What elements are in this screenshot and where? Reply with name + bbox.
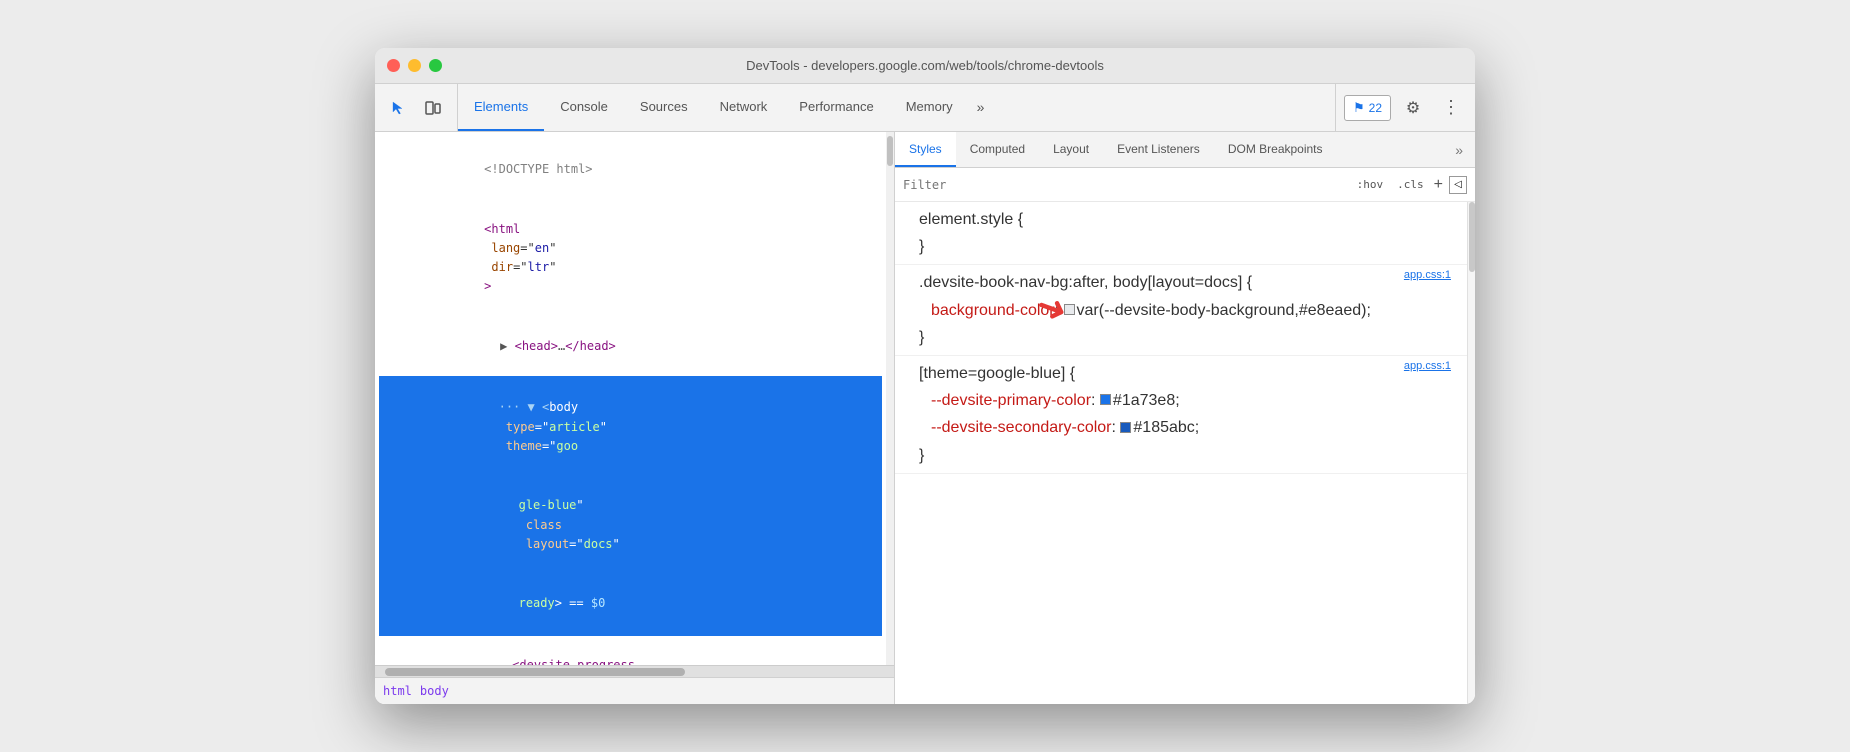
css-source-devsite[interactable]: app.css:1	[1404, 269, 1451, 281]
dom-body-line3: ready> == $0	[383, 574, 878, 634]
main-toolbar: Elements Console Sources Network Perform…	[375, 84, 1475, 132]
flag-icon: ⚑	[1353, 100, 1365, 116]
subtab-more[interactable]: »	[1443, 132, 1475, 167]
hov-button[interactable]: :hov	[1353, 176, 1388, 193]
toolbar-icons	[375, 84, 458, 131]
css-prop-bg-color: background-color: var(--devsite-body-bac…	[907, 297, 1455, 324]
subtab-event-listeners[interactable]: Event Listeners	[1103, 132, 1214, 167]
subtab-dom-breakpoints[interactable]: DOM Breakpoints	[1214, 132, 1337, 167]
breadcrumb: html body	[375, 677, 894, 704]
dom-html[interactable]: <html lang="en" dir="ltr" >	[379, 200, 882, 317]
console-badge-button[interactable]: ⚑ 22	[1344, 95, 1391, 121]
css-rule-theme: [theme=google-blue] { app.css:1 --devsit…	[895, 356, 1467, 474]
dom-panel-inner: <!DOCTYPE html> <html lang="en" dir="ltr…	[375, 132, 894, 665]
subtab-computed[interactable]: Computed	[956, 132, 1039, 167]
toolbar-right: ⚑ 22 ⚙ ⋮	[1335, 84, 1475, 131]
add-style-button[interactable]: +	[1434, 177, 1443, 193]
breadcrumb-body[interactable]: body	[420, 684, 449, 698]
styles-panel: Styles Computed Layout Event Listeners D…	[895, 132, 1475, 704]
dom-head[interactable]: ▶ <head>…</head>	[379, 317, 882, 377]
css-rule-devsite-book: .devsite-book-nav-bg:after, body[layout=…	[895, 265, 1467, 356]
title-bar: DevTools - developers.google.com/web/too…	[375, 48, 1475, 84]
dom-body-line1[interactable]: ··· ▼ <body type="article" theme="goo	[383, 378, 878, 476]
tab-network[interactable]: Network	[704, 84, 784, 131]
window-controls	[387, 59, 442, 72]
dom-scrollbar-thumb	[887, 136, 893, 166]
styles-scroll[interactable]: element.style { } .devsite-book-nav-bg:a…	[895, 202, 1467, 704]
filter-input[interactable]	[903, 178, 1353, 192]
color-swatch-185abc[interactable]	[1120, 422, 1131, 433]
tab-elements[interactable]: Elements	[458, 84, 544, 131]
styles-subtabs: Styles Computed Layout Event Listeners D…	[895, 132, 1475, 168]
window-title: DevTools - developers.google.com/web/too…	[746, 58, 1104, 73]
dom-panel: <!DOCTYPE html> <html lang="en" dir="ltr…	[375, 132, 895, 704]
maximize-button[interactable]	[429, 59, 442, 72]
device-icon	[425, 100, 441, 116]
element-picker-button[interactable]	[383, 92, 415, 124]
css-close-devsite: }	[907, 324, 1455, 351]
tab-performance[interactable]: Performance	[783, 84, 889, 131]
color-swatch-1a73e8[interactable]	[1100, 394, 1111, 405]
dom-tree[interactable]: <!DOCTYPE html> <html lang="en" dir="ltr…	[375, 132, 886, 665]
tab-memory[interactable]: Memory	[890, 84, 969, 131]
tab-sources[interactable]: Sources	[624, 84, 704, 131]
css-rule-element-style: element.style { }	[895, 202, 1467, 265]
main-content: <!DOCTYPE html> <html lang="en" dir="ltr…	[375, 132, 1475, 704]
cursor-icon	[391, 100, 407, 116]
styles-scrollbar-thumb	[1469, 202, 1475, 272]
css-selector-theme: [theme=google-blue] {	[907, 360, 1455, 387]
color-swatch-e8eaed[interactable]	[1064, 304, 1075, 315]
settings-button[interactable]: ⚙	[1397, 92, 1429, 124]
dom-scrollbar[interactable]	[886, 132, 894, 665]
styles-scrollbar[interactable]	[1467, 202, 1475, 704]
close-button[interactable]	[387, 59, 400, 72]
filter-bar: :hov .cls + ◁	[895, 168, 1475, 202]
css-selector-devsite: .devsite-book-nav-bg:after, body[layout=…	[907, 269, 1455, 296]
tab-console[interactable]: Console	[544, 84, 624, 131]
css-prop-secondary: --devsite-secondary-color: #185abc;	[907, 414, 1455, 441]
dom-progress1[interactable]: <devsite-progress id="app-pro	[379, 636, 882, 665]
dom-doctype: <!DOCTYPE html>	[379, 140, 882, 200]
main-tabs: Elements Console Sources Network Perform…	[458, 84, 1335, 131]
styles-body: element.style { } .devsite-book-nav-bg:a…	[895, 202, 1475, 704]
css-selector-element-style: element.style {	[907, 206, 1455, 233]
toggle-sidebar-button[interactable]: ◁	[1449, 176, 1467, 194]
subtab-styles[interactable]: Styles	[895, 132, 956, 167]
cls-button[interactable]: .cls	[1393, 176, 1428, 193]
dom-body-line2: gle-blue" class layout="docs"	[383, 476, 878, 574]
minimize-button[interactable]	[408, 59, 421, 72]
css-close-theme: }	[907, 442, 1455, 469]
subtab-layout[interactable]: Layout	[1039, 132, 1103, 167]
more-options-button[interactable]: ⋮	[1435, 92, 1467, 124]
devtools-container: Elements Console Sources Network Perform…	[375, 84, 1475, 704]
dom-horizontal-scrollbar[interactable]	[375, 665, 894, 677]
dom-scrollbar-h-thumb	[385, 668, 685, 676]
device-toolbar-button[interactable]	[417, 92, 449, 124]
css-close-element-style: }	[907, 233, 1455, 260]
css-prop-primary: --devsite-primary-color: #1a73e8;	[907, 387, 1455, 414]
css-source-theme[interactable]: app.css:1	[1404, 360, 1451, 372]
filter-actions: :hov .cls + ◁	[1353, 176, 1467, 194]
devtools-window: DevTools - developers.google.com/web/too…	[375, 48, 1475, 704]
breadcrumb-html[interactable]: html	[383, 684, 412, 698]
tab-more[interactable]: »	[969, 84, 993, 131]
